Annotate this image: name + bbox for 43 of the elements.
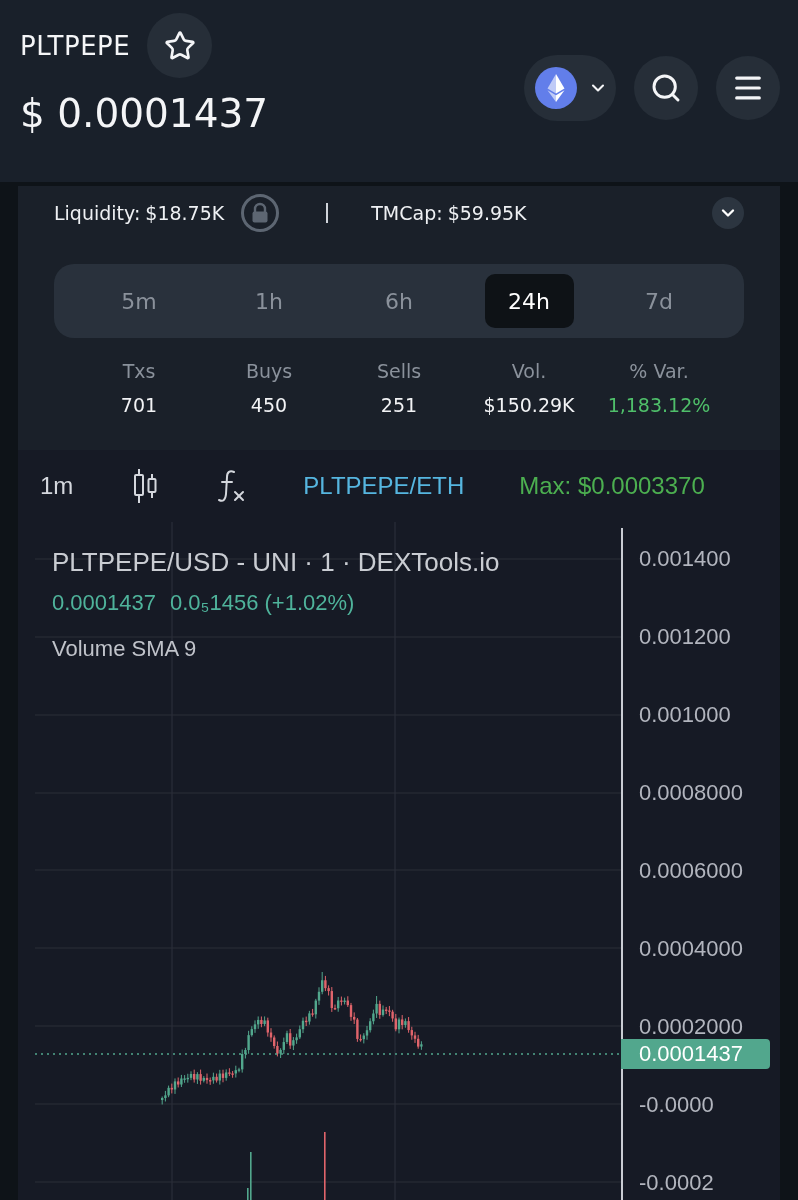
stat-label: Buys [245,359,293,384]
axis-tick-label: -0.0002 [639,1172,714,1194]
axis-tick-label: 0.0008000 [639,782,743,804]
stat-value: 701 [120,393,158,418]
expand-button[interactable] [712,197,744,229]
stat-label: % Var. [629,359,689,384]
axis-tick-label: 0.0004000 [639,938,743,960]
max-price: Max: $0.0003370 [519,472,705,500]
axis-tick-label: -0.0000 [639,1094,714,1116]
period-tab[interactable]: 24h [484,274,574,328]
stat-label: Vol. [511,359,547,384]
liquidity-label: Liquidity: [54,202,141,224]
axis-tick-label: 0.0002000 [639,1016,743,1038]
period-tab[interactable]: 7d [614,274,704,328]
lock-icon [241,194,280,232]
token-price: $ 0.0001437 [20,92,269,136]
market-cap-label: TMCap: [371,202,443,224]
token-symbol: PLTPEPE [20,30,131,61]
last-price: 0.0001437 [52,589,156,617]
axis-tick-label: 0.001400 [639,548,731,570]
search-icon [650,72,682,104]
pair-link[interactable]: PLTPEPE/ETH [303,472,465,500]
stat-value: $150.29K [483,393,575,418]
stat-value: 1,183.12% [607,393,711,418]
stat-value: 450 [250,393,288,418]
interval-button[interactable]: 1m [40,472,74,500]
liquidity-value: $18.75K [145,202,225,224]
function-icon[interactable] [217,469,246,503]
indicator-label: Volume SMA 9 [52,635,197,663]
period-tab[interactable]: 6h [354,274,444,328]
price-change: 0.0₅1456 (+1.02%) [170,589,355,617]
period-tab[interactable]: 5m [94,274,184,328]
stat-label: Sells [376,359,422,384]
axis-tick-label: 0.0006000 [639,860,743,882]
stat-value: 251 [380,393,418,418]
candlestick-icon[interactable] [133,468,160,504]
current-price-badge: 0.0001437 [621,1039,770,1069]
axis-tick-label: 0.001200 [639,626,731,648]
stat-label: Txs [122,359,156,384]
axis-tick-label: 0.001000 [639,704,731,726]
market-cap-value: $59.95K [447,202,527,224]
chart-title: PLTPEPE/USD - UNI · 1 · DEXTools.io [52,547,500,577]
period-tab[interactable]: 1h [224,274,314,328]
